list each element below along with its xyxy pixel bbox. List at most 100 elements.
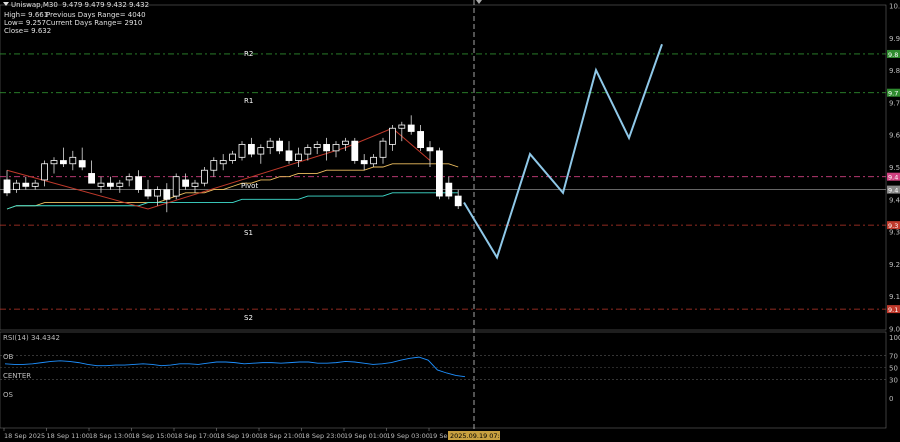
bear-candle-body xyxy=(407,124,415,132)
ma-slow-line xyxy=(6,192,459,210)
rsi-center-label: CENTER xyxy=(3,372,32,380)
candle xyxy=(219,154,227,171)
candle xyxy=(182,173,190,190)
candle xyxy=(12,179,20,193)
price-tick-label: 9.9 xyxy=(889,35,900,43)
price-tag-label: 9.1 xyxy=(888,306,898,314)
candle xyxy=(304,144,312,161)
candle xyxy=(116,179,124,193)
time-tick-label: 19 Se xyxy=(429,432,447,440)
price-tick-label: 9.5 xyxy=(889,164,900,172)
low-info: Low= 9.257 xyxy=(4,19,46,27)
candle xyxy=(69,150,77,171)
price-tag-label: 9.3 xyxy=(888,222,898,230)
rsi-ob-label: OB xyxy=(3,353,14,361)
bull-candle-body xyxy=(97,182,105,187)
candle xyxy=(285,141,293,164)
rsi-tick-label: 100 xyxy=(889,334,900,342)
bear-candle-body xyxy=(426,147,434,152)
candle xyxy=(247,137,255,158)
candle xyxy=(323,137,331,161)
candle xyxy=(172,173,180,200)
bull-candle-body xyxy=(229,153,237,161)
bull-candle-body xyxy=(50,160,58,165)
bear-candle-body xyxy=(276,140,284,152)
price-tick-label: 10. xyxy=(889,3,900,11)
time-tick-label: 19 Sep 03:00 xyxy=(387,432,430,440)
candle xyxy=(417,125,425,151)
bull-candle-body xyxy=(294,153,302,161)
bull-candle-body xyxy=(398,124,406,129)
bull-candle-body xyxy=(31,182,39,187)
candle xyxy=(191,179,199,193)
candle xyxy=(78,147,86,171)
pivot-label: Pivot xyxy=(241,182,259,190)
bear-candle-body xyxy=(107,182,114,187)
bull-candle-body xyxy=(69,156,77,165)
price-tick-label: 9.1 xyxy=(889,293,900,301)
bear-candle-body xyxy=(182,179,190,187)
chart-menu-icon[interactable] xyxy=(3,2,9,6)
candle xyxy=(3,170,11,197)
bull-candle-body xyxy=(210,160,218,171)
bull-candle-body xyxy=(266,140,274,149)
previous-range-info: Previous Days Range= 4040 xyxy=(46,11,146,19)
price-tick-label: 9.0 xyxy=(889,326,900,334)
price-tick-label: 9.7 xyxy=(889,99,900,107)
rsi-tick-label: 50 xyxy=(889,365,898,373)
candle xyxy=(332,141,340,158)
r2-label: R2 xyxy=(244,50,254,58)
bull-candle-body xyxy=(313,143,321,149)
candle xyxy=(360,154,368,171)
bull-candle-body xyxy=(304,147,312,155)
candle xyxy=(388,125,396,151)
bull-candle-body xyxy=(191,182,199,187)
candle xyxy=(60,147,67,167)
cursor-time-label: 2025.09.19 07:00 xyxy=(450,432,508,440)
time-tick-label: 18 Sep 2025 xyxy=(4,432,45,440)
candle xyxy=(238,141,246,161)
bear-candle-body xyxy=(88,173,95,184)
candle xyxy=(125,173,133,187)
candle xyxy=(22,176,30,190)
symbol-info: Uniswap,M30 9.479 9.479 9.432 9.432 xyxy=(11,1,150,9)
candle xyxy=(351,137,359,164)
time-tick-label: 18 Sep 21:00 xyxy=(259,432,302,440)
bull-candle-body xyxy=(12,182,20,191)
candle xyxy=(107,176,114,190)
bull-candle-body xyxy=(116,182,124,187)
bull-candle-body xyxy=(341,140,349,145)
rsi-tick-label: 30 xyxy=(889,377,898,385)
bull-candle-body xyxy=(153,189,161,197)
candle xyxy=(435,147,443,200)
close-info: Close= 9.632 xyxy=(4,27,52,35)
time-tick-label: 18 Sep 17:00 xyxy=(174,432,217,440)
zigzag-line xyxy=(6,127,431,210)
bull-candle-body xyxy=(238,143,246,158)
candle xyxy=(144,179,152,200)
bear-candle-body xyxy=(360,160,368,165)
rsi-tick-label: 70 xyxy=(889,352,898,360)
bull-candle-body xyxy=(379,140,387,158)
bear-candle-body xyxy=(351,140,359,161)
time-tick-label: 18 Sep 23:00 xyxy=(302,432,345,440)
rsi-title: RSI(14) 34.4342 xyxy=(3,334,60,342)
bear-candle-body xyxy=(285,150,293,161)
price-tick-label: 9.8 xyxy=(889,67,900,75)
price-tick-label: 9.6 xyxy=(889,132,900,140)
time-tick-label: 18 Sep 13:00 xyxy=(89,432,132,440)
bear-candle-body xyxy=(78,160,86,168)
bear-candle-body xyxy=(144,189,152,197)
candle xyxy=(229,150,237,164)
bull-candle-body xyxy=(125,176,133,181)
candle xyxy=(163,183,171,213)
candle xyxy=(276,137,284,155)
time-tick-label: 19 Sep 01:00 xyxy=(344,432,387,440)
price-tick-label: 9.2 xyxy=(889,261,900,269)
rsi-tick-label: 0 xyxy=(889,395,893,403)
bear-candle-body xyxy=(163,189,171,200)
candle xyxy=(135,170,143,193)
rsi-os-label: OS xyxy=(3,391,13,399)
price-chart[interactable]: 10. 9.9 9.8 9.7 9.6 9.5 9.4 9.3 9.2 9.1 9.0 9.8 9.7 9… xyxy=(0,0,900,442)
shift-marker xyxy=(476,0,482,4)
